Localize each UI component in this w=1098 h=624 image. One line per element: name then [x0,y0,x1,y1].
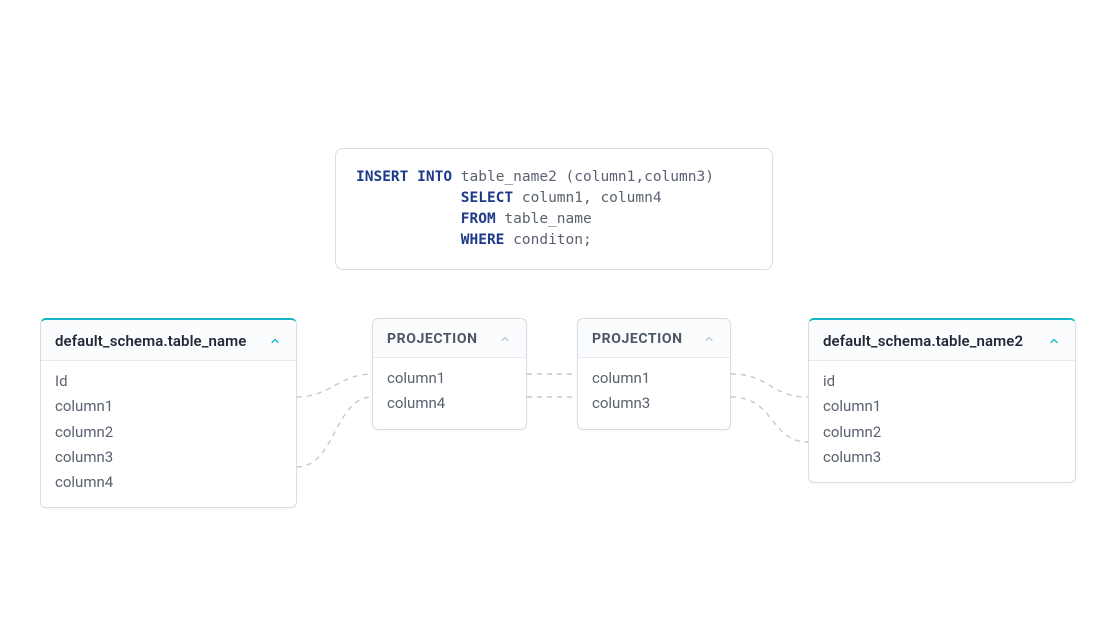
node-body: id column1 column2 column3 [809,361,1075,482]
node-header[interactable]: default_schema.table_name [41,320,296,361]
node-projection-1: PROJECTION column1 column4 [372,318,527,430]
column-item: column2 [55,420,282,445]
column-item: column3 [55,445,282,470]
chevron-up-icon[interactable] [268,334,282,348]
chevron-up-icon[interactable] [702,332,716,346]
column-item: Id [55,369,282,394]
node-body: column1 column3 [578,358,730,429]
column-item: column4 [387,391,512,416]
node-header[interactable]: default_schema.table_name2 [809,320,1075,361]
column-item: column1 [55,394,282,419]
node-body: column1 column4 [373,358,526,429]
column-item: column4 [55,470,282,495]
chevron-up-icon[interactable] [498,332,512,346]
node-header[interactable]: PROJECTION [373,319,526,358]
node-title: PROJECTION [592,331,683,347]
node-projection-2: PROJECTION column1 column3 [577,318,731,430]
sql-code-block: INSERT INTO table_name2 (column1,column3… [335,148,773,270]
column-item: id [823,369,1061,394]
column-item: column3 [823,445,1061,470]
node-header[interactable]: PROJECTION [578,319,730,358]
column-item: column1 [592,366,716,391]
node-target-table: default_schema.table_name2 id column1 co… [808,318,1076,483]
column-item: column1 [823,394,1061,419]
node-source-table: default_schema.table_name Id column1 col… [40,318,297,508]
column-item: column1 [387,366,512,391]
node-title: default_schema.table_name [55,332,246,350]
node-title: default_schema.table_name2 [823,332,1023,350]
column-item: column2 [823,420,1061,445]
column-item: column3 [592,391,716,416]
node-title: PROJECTION [387,331,478,347]
node-body: Id column1 column2 column3 column4 [41,361,296,507]
connector-lines [0,0,1098,624]
chevron-up-icon[interactable] [1047,334,1061,348]
